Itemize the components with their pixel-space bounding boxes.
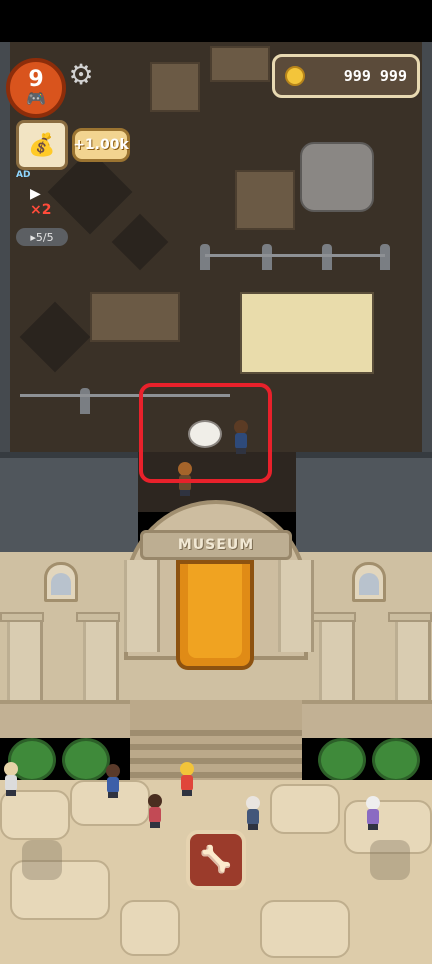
status-bar <box>0 0 432 42</box>
facade-window <box>44 562 78 602</box>
entrance-stairs <box>130 700 302 784</box>
ad-charges-counter: ▸5/5 <box>16 228 68 246</box>
wall-ledge-right <box>296 452 432 558</box>
column-capital <box>388 612 432 622</box>
coin-icon <box>285 66 305 86</box>
joystick-zone-right <box>370 840 410 880</box>
gamepad-icon: 🎮 <box>26 89 46 108</box>
fossil-collection-button[interactable]: 🦴 <box>186 830 246 890</box>
cobblestone <box>260 900 350 958</box>
facade-column <box>7 622 43 702</box>
cobblestone <box>0 790 70 840</box>
hedge-bush <box>62 738 110 782</box>
gear-icon[interactable]: ⚙ <box>66 60 96 90</box>
hedge-bush <box>318 738 366 782</box>
visitor[interactable] <box>104 764 122 798</box>
fossil-bone-icon: 🦴 <box>199 845 233 875</box>
visitor[interactable] <box>2 762 20 796</box>
joystick-zone-left <box>22 840 62 880</box>
stair-step <box>130 758 302 764</box>
money-bag-ad-button[interactable]: 💰 <box>16 120 68 170</box>
level-number: 9 <box>28 67 44 92</box>
facade-column <box>83 622 119 702</box>
column-capital <box>312 612 356 622</box>
arch-column-left <box>124 560 160 652</box>
money-counter[interactable]: 999 999 <box>272 54 420 98</box>
museum-sign: MUSEUM <box>140 530 292 560</box>
visitor[interactable] <box>178 762 196 796</box>
wall-ledge-left <box>0 452 138 558</box>
facade-window <box>352 562 386 602</box>
visitor[interactable] <box>364 796 382 830</box>
arch-column-right <box>278 560 314 652</box>
money-bag-icon: 💰 <box>28 132 56 158</box>
player-level-badge[interactable]: 9 🎮 <box>6 58 66 118</box>
hedge-bush <box>372 738 420 782</box>
cobblestone <box>120 900 180 956</box>
money-amount: 999 999 <box>343 67 407 85</box>
highlight-target-box[interactable] <box>139 383 272 483</box>
multiplier-label: ×2 <box>30 202 52 218</box>
facade-column <box>395 622 431 702</box>
ad-label: AD <box>16 170 31 180</box>
column-capital <box>76 612 120 622</box>
visitor[interactable] <box>244 796 262 830</box>
video-play-icon[interactable]: ▶ <box>30 186 41 202</box>
stair-step <box>130 730 302 736</box>
stair-step <box>130 744 302 750</box>
cobblestone <box>270 784 340 834</box>
facade-column <box>319 622 355 702</box>
stair-step <box>130 772 302 778</box>
visitor[interactable] <box>146 794 164 828</box>
bonus-reward-pill[interactable]: +1.00k <box>72 128 130 162</box>
entrance-carpet <box>176 560 254 670</box>
column-capital <box>0 612 44 622</box>
